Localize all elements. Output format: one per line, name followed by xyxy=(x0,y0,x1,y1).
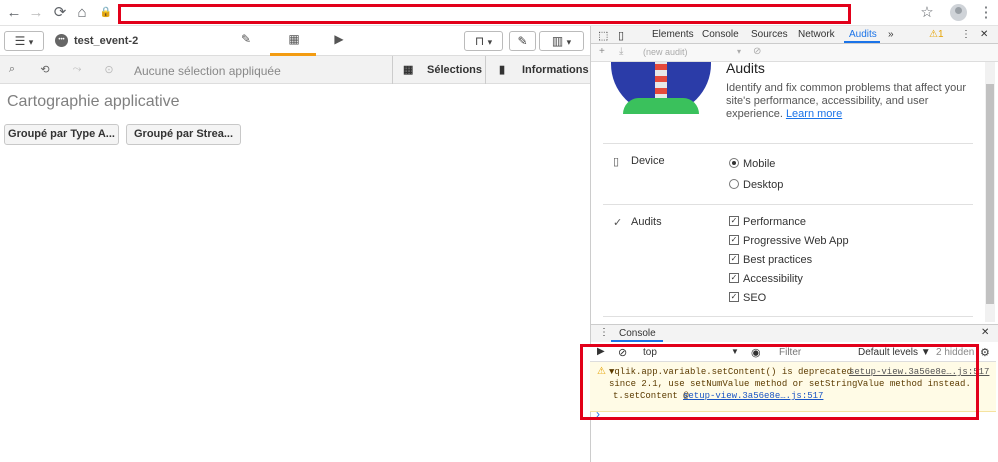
group-by-stream-button[interactable]: Groupé par Strea... xyxy=(126,124,241,145)
app-name[interactable]: test_event-2 xyxy=(74,35,138,47)
audits-toolbar: + ⤓ (new audit) ▾ ⊘ xyxy=(591,44,998,62)
console-drawer-header: ⋮ Console ✕ xyxy=(591,324,998,342)
active-tab-indicator xyxy=(844,41,880,43)
checkbox-checked[interactable]: ✓ xyxy=(729,235,739,245)
tab-sources[interactable]: Sources xyxy=(751,29,788,40)
selections-icon: ▦ xyxy=(403,64,414,76)
divider xyxy=(603,143,973,144)
radio-unchecked[interactable] xyxy=(729,179,739,189)
selection-bar: ⌕ ⟲ ⤳ ⊙ Aucune sélection appliquée ▦ Sél… xyxy=(0,56,590,84)
tab-network[interactable]: Network xyxy=(798,29,835,40)
smart-search-icon[interactable]: ⌕ xyxy=(5,63,19,77)
chevron-down-icon: ▾ xyxy=(737,47,742,56)
checkbox-checked[interactable]: ✓ xyxy=(729,292,739,302)
new-audit-icon[interactable]: + xyxy=(599,46,605,57)
checkmark-icon: ✓ xyxy=(613,217,623,229)
divider xyxy=(603,204,973,205)
option-label: Accessibility xyxy=(743,273,803,285)
devtools-menu-icon[interactable]: ⋮ xyxy=(961,29,971,40)
app-icon: ••• xyxy=(55,34,68,47)
option-label: SEO xyxy=(743,292,767,304)
option-label: Progressive Web App xyxy=(743,235,849,247)
active-tab-indicator xyxy=(611,340,663,342)
global-menu-button[interactable]: ☰ ▾ xyxy=(4,31,44,51)
audits-panel: Audits Identify and fix common problems … xyxy=(591,62,998,322)
devtools-tabbar: ⬚ ▯ Elements Console Sources Network Aud… xyxy=(591,26,998,44)
data-manager-icon[interactable]: ✎ xyxy=(237,32,255,48)
divider xyxy=(603,316,973,317)
no-selection-text: Aucune sélection appliquée xyxy=(134,64,281,78)
close-icon[interactable]: ✕ xyxy=(980,29,988,40)
audit-select[interactable]: (new audit) xyxy=(643,47,688,57)
pencil-icon: ✎ xyxy=(517,34,528,48)
device-toolbar-icon[interactable]: ▯ xyxy=(618,29,624,42)
learn-more-link[interactable]: Learn more xyxy=(786,108,842,120)
checkbox-checked[interactable]: ✓ xyxy=(729,273,739,283)
browser-toolbar: ← → ⟳ ⌂ 🔒 ☆ ⋮ xyxy=(0,0,998,26)
storytelling-icon[interactable]: ▶ xyxy=(330,32,348,48)
tab-elements[interactable]: Elements xyxy=(652,29,694,40)
audits-label: Audits xyxy=(631,216,662,228)
drawer-menu-icon[interactable]: ⋮ xyxy=(599,327,609,338)
back-button[interactable]: ← xyxy=(4,3,24,23)
radio-checked[interactable] xyxy=(729,158,739,168)
edit-button[interactable]: ✎ xyxy=(509,31,536,51)
hamburger-icon: ☰ xyxy=(14,34,26,48)
chevron-down-icon: ▾ xyxy=(566,37,572,47)
clear-icon[interactable]: ⊘ xyxy=(753,46,761,57)
lighthouse-logo xyxy=(611,62,711,114)
checkbox-checked[interactable]: ✓ xyxy=(729,254,739,264)
bookmarks-button[interactable]: ⊓ ▾ xyxy=(464,31,503,51)
informations-button[interactable]: Informations xyxy=(522,56,589,84)
option-label: Desktop xyxy=(743,179,784,191)
info-icon: ▮ xyxy=(499,64,506,76)
browser-menu-icon[interactable]: ⋮ xyxy=(976,3,996,23)
bookmark-star-icon[interactable]: ☆ xyxy=(917,3,937,23)
tab-console[interactable]: Console xyxy=(702,29,739,40)
divider xyxy=(485,56,486,84)
device-icon: ▯ xyxy=(613,156,620,168)
chevron-down-icon: ▾ xyxy=(28,37,34,47)
audits-description-text: Identify and fix common problems that af… xyxy=(726,82,967,120)
home-button[interactable]: ⌂ xyxy=(72,3,92,23)
chevron-down-icon: ▾ xyxy=(487,37,493,47)
download-icon[interactable]: ⤓ xyxy=(619,46,623,57)
console-settings-icon[interactable]: ⚙ xyxy=(980,346,990,359)
selections-button[interactable]: Sélections xyxy=(427,56,482,84)
sheet-title: Cartographie applicative xyxy=(7,93,180,110)
drawer-tab-console[interactable]: Console xyxy=(619,328,656,339)
warning-count-badge[interactable]: ⚠1 xyxy=(929,29,944,40)
profile-avatar[interactable] xyxy=(950,4,967,21)
address-bar[interactable] xyxy=(118,4,851,24)
step-forward-icon[interactable]: ⤳ xyxy=(70,63,84,77)
highlight-box xyxy=(580,344,979,420)
checkbox-checked[interactable]: ✓ xyxy=(729,216,739,226)
tab-audits[interactable]: Audits xyxy=(849,29,877,40)
forward-button[interactable]: → xyxy=(26,3,46,23)
qlik-toolbar: ☰ ▾ ••• test_event-2 ✎ ▦ ▶ ⊓ ▾ ✎ ▥ ▾ xyxy=(0,26,590,56)
audits-description: Identify and fix common problems that af… xyxy=(726,82,986,121)
reload-button[interactable]: ⟳ xyxy=(50,3,70,23)
more-tabs-icon[interactable]: » xyxy=(888,29,894,40)
sheet-view-button[interactable]: ▥ ▾ xyxy=(539,31,584,51)
audits-heading: Audits xyxy=(726,62,765,76)
bookmark-icon: ⊓ xyxy=(474,34,485,48)
sheet-icon: ▥ xyxy=(551,34,564,48)
inspect-element-icon[interactable]: ⬚ xyxy=(598,29,608,42)
divider xyxy=(392,56,393,84)
close-icon[interactable]: ✕ xyxy=(981,327,989,338)
group-by-type-button[interactable]: Groupé par Type A... xyxy=(4,124,119,145)
analysis-icon[interactable]: ▦ xyxy=(285,32,303,48)
option-label: Performance xyxy=(743,216,806,228)
device-label: Device xyxy=(631,155,665,167)
audits-scrollbar[interactable] xyxy=(985,62,995,322)
step-back-icon[interactable]: ⟲ xyxy=(38,63,52,77)
option-label: Mobile xyxy=(743,158,776,170)
clear-selections-icon[interactable]: ⊙ xyxy=(102,63,116,77)
option-label: Best practices xyxy=(743,254,813,266)
lock-icon: 🔒 xyxy=(99,7,113,18)
